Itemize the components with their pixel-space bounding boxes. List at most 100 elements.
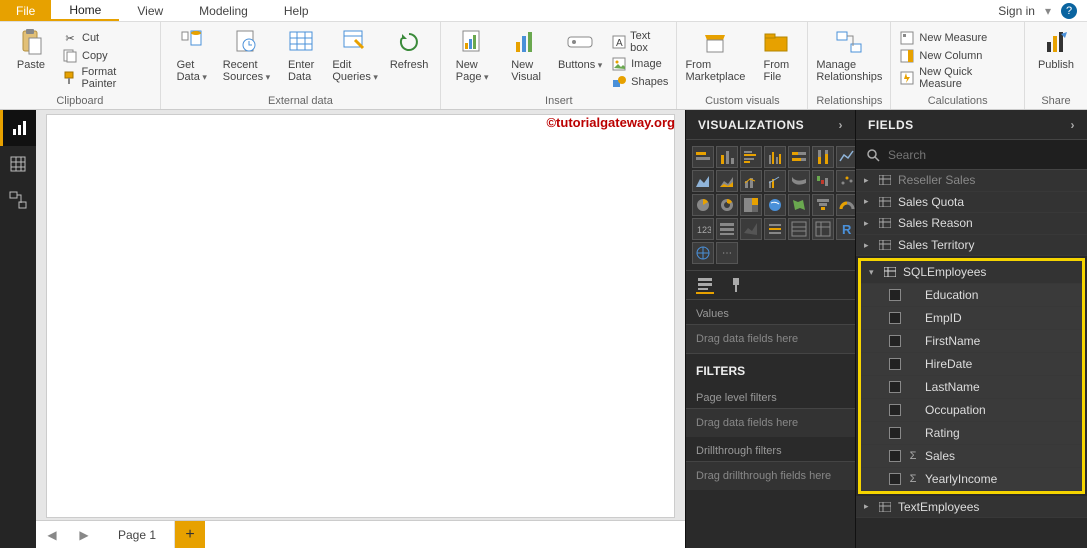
- image-button[interactable]: Image: [611, 56, 668, 72]
- page-nav-prev[interactable]: ◀: [36, 521, 68, 548]
- field-checkbox[interactable]: [889, 289, 901, 301]
- field-checkbox[interactable]: [889, 358, 901, 370]
- viz-100-bar[interactable]: [788, 146, 810, 168]
- viz-clustered-column[interactable]: [764, 146, 786, 168]
- viz-line-clustered[interactable]: [764, 170, 786, 192]
- new-quick-measure-button[interactable]: New Quick Measure: [899, 66, 1016, 90]
- refresh-button[interactable]: Refresh: [386, 26, 432, 71]
- table-row[interactable]: ▸Sales Reason: [856, 213, 1087, 235]
- enter-data-button[interactable]: Enter Data: [278, 26, 324, 83]
- field-checkbox[interactable]: [889, 473, 901, 485]
- viz-kpi[interactable]: [740, 218, 762, 240]
- field-row[interactable]: EmpID: [861, 307, 1082, 330]
- file-menu[interactable]: File: [0, 0, 51, 21]
- field-checkbox[interactable]: [889, 381, 901, 393]
- help-icon[interactable]: ?: [1061, 3, 1077, 19]
- viz-pie[interactable]: [692, 194, 714, 216]
- paste-button[interactable]: Paste: [8, 26, 54, 71]
- table-row[interactable]: ▸Sales Quota: [856, 192, 1087, 214]
- format-tab-icon[interactable]: [728, 276, 746, 294]
- viz-funnel[interactable]: [812, 194, 834, 216]
- viz-slicer[interactable]: [764, 218, 786, 240]
- search-input[interactable]: [888, 148, 1077, 162]
- field-row[interactable]: HireDate: [861, 353, 1082, 376]
- table-row[interactable]: ▸Sales Territory: [856, 235, 1087, 257]
- field-row[interactable]: ΣSales: [861, 445, 1082, 468]
- tab-help[interactable]: Help: [266, 0, 327, 21]
- buttons-button[interactable]: Buttons: [557, 26, 603, 71]
- table-row-expanded[interactable]: ▾SQLEmployees: [861, 261, 1082, 284]
- field-row[interactable]: LastName: [861, 376, 1082, 399]
- publish-button[interactable]: Publish: [1033, 26, 1079, 71]
- page-filters-drop[interactable]: Drag data fields here: [686, 408, 855, 437]
- viz-matrix[interactable]: [812, 218, 834, 240]
- viz-waterfall[interactable]: [812, 170, 834, 192]
- viz-card[interactable]: 123: [692, 218, 714, 240]
- field-row[interactable]: ΣYearlyIncome: [861, 468, 1082, 491]
- viz-filled-map[interactable]: [788, 194, 810, 216]
- viz-area[interactable]: [692, 170, 714, 192]
- new-column-button[interactable]: New Column: [899, 48, 1016, 64]
- field-row[interactable]: Rating: [861, 422, 1082, 445]
- viz-treemap[interactable]: [740, 194, 762, 216]
- table-row[interactable]: ▸TextEmployees: [856, 496, 1087, 518]
- model-view-button[interactable]: [0, 182, 36, 218]
- viz-gauge[interactable]: [836, 194, 855, 216]
- viz-stacked-bar[interactable]: [692, 146, 714, 168]
- edit-queries-button[interactable]: Edit Queries: [332, 26, 378, 83]
- sign-in-link[interactable]: Sign in: [998, 4, 1035, 18]
- viz-clustered-bar[interactable]: [740, 146, 762, 168]
- viz-map[interactable]: [764, 194, 786, 216]
- new-page-button[interactable]: New Page: [449, 26, 495, 83]
- viz-multi-card[interactable]: [716, 218, 738, 240]
- viz-r[interactable]: R: [836, 218, 855, 240]
- viz-custom-ellipsis[interactable]: ⋯: [716, 242, 738, 264]
- viz-stacked-column[interactable]: [716, 146, 738, 168]
- field-checkbox[interactable]: [889, 335, 901, 347]
- field-checkbox[interactable]: [889, 404, 901, 416]
- field-row[interactable]: FirstName: [861, 330, 1082, 353]
- page-nav-next[interactable]: ▶: [68, 521, 100, 548]
- tab-home[interactable]: Home: [51, 0, 119, 21]
- viz-ribbon[interactable]: [788, 170, 810, 192]
- report-canvas[interactable]: [46, 114, 675, 518]
- shapes-button[interactable]: Shapes: [611, 74, 668, 90]
- fields-header[interactable]: FIELDS›: [856, 110, 1087, 140]
- add-page-button[interactable]: +: [175, 521, 205, 548]
- page-tab-1[interactable]: Page 1: [100, 521, 175, 548]
- viz-100-column[interactable]: [812, 146, 834, 168]
- field-checkbox[interactable]: [889, 450, 901, 462]
- viz-line-column[interactable]: [740, 170, 762, 192]
- viz-arcgis[interactable]: [692, 242, 714, 264]
- drill-filters-drop[interactable]: Drag drillthrough fields here: [686, 461, 855, 490]
- values-drop[interactable]: Drag data fields here: [686, 324, 855, 353]
- viz-scatter[interactable]: [836, 170, 855, 192]
- field-checkbox[interactable]: [889, 312, 901, 324]
- field-row[interactable]: Occupation: [861, 399, 1082, 422]
- copy-button[interactable]: Copy: [62, 48, 152, 64]
- fields-tab-icon[interactable]: [696, 276, 714, 294]
- get-data-button[interactable]: Get Data: [169, 26, 215, 83]
- table-row[interactable]: ▸Reseller Sales: [856, 170, 1087, 192]
- from-marketplace-button[interactable]: From Marketplace: [685, 26, 745, 83]
- data-view-button[interactable]: [0, 146, 36, 182]
- text-box-button[interactable]: AText box: [611, 30, 668, 54]
- tab-modeling[interactable]: Modeling: [181, 0, 266, 21]
- from-file-button[interactable]: From File: [753, 26, 799, 83]
- fields-search[interactable]: [856, 140, 1087, 170]
- recent-sources-button[interactable]: Recent Sources: [223, 26, 270, 83]
- viz-line[interactable]: [836, 146, 855, 168]
- viz-stacked-area[interactable]: [716, 170, 738, 192]
- cut-button[interactable]: ✂Cut: [62, 30, 152, 46]
- chevron-down-icon[interactable]: ▾: [1045, 4, 1051, 18]
- new-measure-button[interactable]: New Measure: [899, 30, 1016, 46]
- viz-donut[interactable]: [716, 194, 738, 216]
- format-painter-button[interactable]: Format Painter: [62, 66, 152, 90]
- field-checkbox[interactable]: [889, 427, 901, 439]
- viz-table[interactable]: [788, 218, 810, 240]
- field-row[interactable]: Education: [861, 284, 1082, 307]
- manage-relationships-button[interactable]: Manage Relationships: [816, 26, 882, 83]
- tab-view[interactable]: View: [119, 0, 181, 21]
- report-view-button[interactable]: [0, 110, 36, 146]
- new-visual-button[interactable]: New Visual: [503, 26, 549, 83]
